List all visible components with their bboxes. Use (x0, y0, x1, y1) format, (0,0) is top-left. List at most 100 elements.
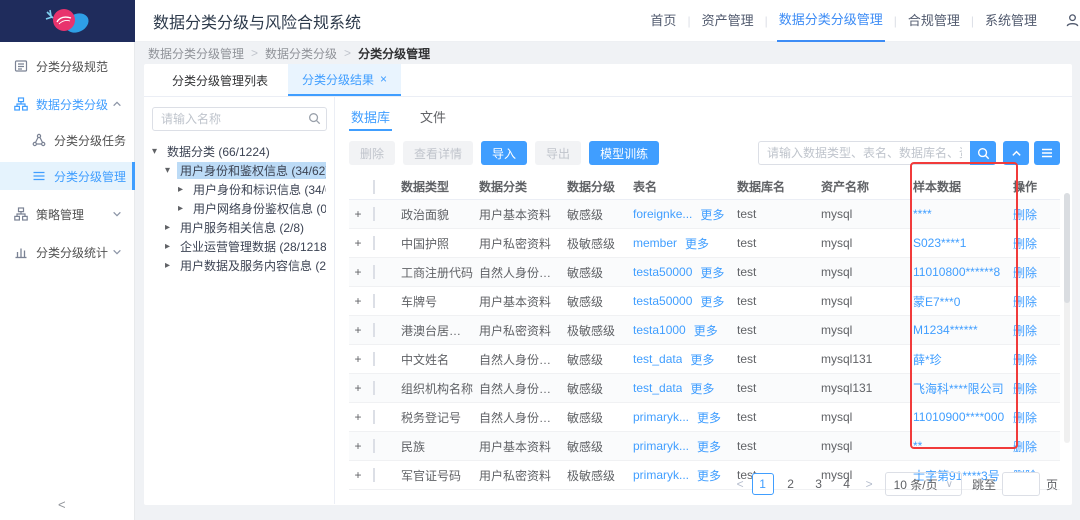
caret-right-icon[interactable]: ▸ (178, 184, 190, 195)
more-link[interactable]: 更多 (700, 206, 724, 223)
table-name-link[interactable]: testa50000 (633, 294, 692, 308)
row-checkbox[interactable] (373, 294, 375, 308)
row-expander[interactable]: + (349, 352, 373, 366)
search-icon[interactable] (308, 112, 321, 128)
caret-right-icon[interactable]: ▸ (178, 203, 190, 214)
prev-page-button[interactable]: < (735, 477, 746, 491)
table-name-link[interactable]: primaryk... (633, 439, 689, 453)
row-checkbox[interactable] (373, 439, 375, 453)
search-icon[interactable] (970, 141, 996, 165)
table-name-link[interactable]: test_data (633, 381, 682, 395)
more-link[interactable]: 更多 (694, 322, 718, 339)
tree-node-6[interactable]: ▸企业运营管理数据 (28/1218) (152, 238, 326, 255)
cell-sample-data[interactable]: 薛*珍 (913, 351, 1013, 368)
sidebar-item-1[interactable]: 分类分级规范 (0, 52, 134, 80)
tree-node-5[interactable]: ▸用户服务相关信息 (2/8) (152, 219, 326, 236)
user-icon[interactable] (1065, 13, 1080, 28)
row-expander[interactable]: + (349, 294, 373, 308)
table-name-link[interactable]: primaryk... (633, 410, 689, 424)
tab-2[interactable]: 分类分级结果× (288, 64, 401, 96)
source-tab-2[interactable]: 文件 (418, 107, 448, 131)
nav-item-2[interactable]: 资产管理 (700, 0, 756, 42)
table-name-link[interactable]: member (633, 236, 677, 250)
page-size-select[interactable]: 10 条/页∨ (885, 472, 962, 496)
row-checkbox[interactable] (373, 468, 375, 482)
delete-link[interactable]: 删除 (1013, 409, 1057, 426)
row-checkbox[interactable] (373, 265, 375, 279)
table-name-link[interactable]: test_data (633, 352, 682, 366)
list-icon[interactable] (1034, 141, 1060, 165)
table-name-link[interactable]: testa1000 (633, 323, 686, 337)
row-expander[interactable]: + (349, 468, 373, 482)
delete-link[interactable]: 删除 (1013, 351, 1057, 368)
sidebar-item-2[interactable]: 数据分类分级 (0, 90, 134, 118)
breadcrumb-item[interactable]: 数据分类分级 (265, 45, 337, 62)
close-icon[interactable]: × (380, 72, 387, 86)
delete-link[interactable]: 删除 (1013, 235, 1057, 252)
row-checkbox[interactable] (373, 410, 375, 424)
breadcrumb-item[interactable]: 数据分类分级管理 (148, 45, 244, 62)
next-page-button[interactable]: > (864, 477, 875, 491)
tree-search-input[interactable] (152, 107, 327, 131)
delete-link[interactable]: 删除 (1013, 438, 1057, 455)
cell-sample-data[interactable]: 11010800******8 (913, 265, 1013, 279)
cell-sample-data[interactable]: **** (913, 207, 1013, 221)
sidebar-item-6[interactable]: 分类分级统计 (0, 238, 134, 266)
delete-link[interactable]: 删除 (1013, 264, 1057, 281)
tree-node-7[interactable]: ▸用户数据及服务内容信息 (2/8) (152, 257, 326, 274)
row-expander[interactable]: + (349, 439, 373, 453)
page-number-1[interactable]: 1 (752, 473, 774, 495)
row-expander[interactable]: + (349, 207, 373, 221)
caret-right-icon[interactable]: ▸ (165, 222, 177, 233)
scrollbar[interactable] (1064, 193, 1070, 443)
jump-input[interactable] (1002, 472, 1040, 496)
caret-right-icon[interactable]: ▸ (165, 241, 177, 252)
delete-link[interactable]: 删除 (1013, 206, 1057, 223)
more-link[interactable]: 更多 (685, 235, 709, 252)
nav-item-1[interactable]: 首页 (648, 0, 678, 42)
more-link[interactable]: 更多 (700, 293, 724, 310)
more-link[interactable]: 更多 (690, 380, 714, 397)
sidebar-item-3[interactable]: 分类分级任务 (0, 126, 134, 154)
sidebar-collapse-button[interactable]: < (58, 497, 66, 512)
page-number-4[interactable]: 4 (836, 473, 858, 495)
row-checkbox[interactable] (373, 323, 375, 337)
table-search-input[interactable] (758, 141, 970, 165)
row-checkbox[interactable] (373, 352, 375, 366)
row-expander[interactable]: + (349, 236, 373, 250)
row-expander[interactable]: + (349, 323, 373, 337)
tree-node-4[interactable]: ▸用户网络身份鉴权信息 (0/0) (152, 200, 326, 217)
nav-item-5[interactable]: 系统管理 (983, 0, 1039, 42)
nav-item-3[interactable]: 数据分类分级管理 (777, 0, 885, 42)
row-checkbox[interactable] (373, 236, 375, 250)
caret-down-icon[interactable]: ▾ (152, 146, 164, 157)
toolbar-button-3[interactable]: 导入 (481, 141, 527, 165)
chevron-up-icon[interactable] (1003, 141, 1029, 165)
toolbar-button-5[interactable]: 模型训练 (589, 141, 659, 165)
cell-sample-data[interactable]: M1234****** (913, 323, 1013, 337)
tree-node-3[interactable]: ▸用户身份和标识信息 (34/62) (152, 181, 326, 198)
table-name-link[interactable]: primaryk... (633, 468, 689, 482)
more-link[interactable]: 更多 (690, 351, 714, 368)
delete-link[interactable]: 删除 (1013, 322, 1057, 339)
sidebar-item-4[interactable]: 分类分级管理 (0, 162, 134, 190)
row-expander[interactable]: + (349, 381, 373, 395)
select-all-checkbox[interactable] (373, 180, 375, 194)
cell-sample-data[interactable]: 飞海科****限公司 (913, 380, 1013, 397)
cell-sample-data[interactable]: S023****1 (913, 236, 1013, 250)
row-expander[interactable]: + (349, 410, 373, 424)
cell-sample-data[interactable]: ** (913, 439, 1013, 453)
more-link[interactable]: 更多 (697, 438, 721, 455)
delete-link[interactable]: 删除 (1013, 293, 1057, 310)
table-name-link[interactable]: foreignke... (633, 207, 692, 221)
brand-logo[interactable] (0, 0, 135, 42)
cell-sample-data[interactable]: 11010900****000 (913, 410, 1013, 424)
tab-1[interactable]: 分类分级管理列表 (158, 64, 282, 96)
caret-right-icon[interactable]: ▸ (165, 260, 177, 271)
more-link[interactable]: 更多 (697, 409, 721, 426)
table-name-link[interactable]: testa50000 (633, 265, 692, 279)
nav-item-4[interactable]: 合规管理 (906, 0, 962, 42)
delete-link[interactable]: 删除 (1013, 380, 1057, 397)
caret-down-icon[interactable]: ▾ (165, 165, 177, 176)
more-link[interactable]: 更多 (700, 264, 724, 281)
